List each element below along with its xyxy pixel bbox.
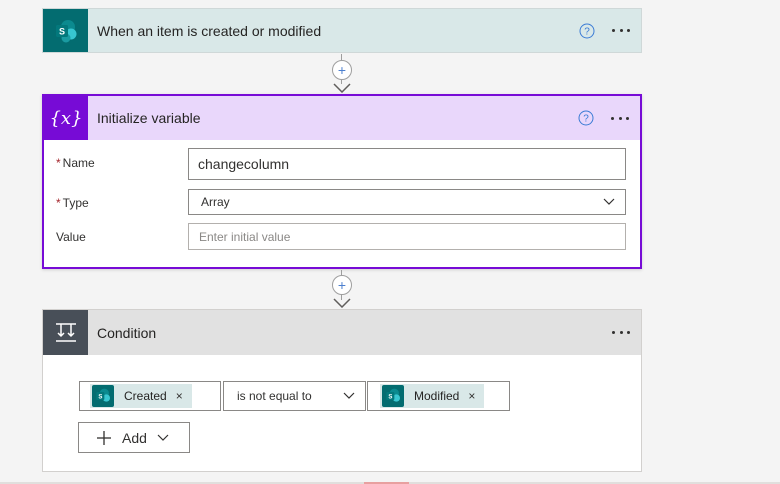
condition-left-operand[interactable]: S Created × [79,381,221,411]
arrow-down-icon [333,298,351,308]
condition-card[interactable]: Condition S Created × is not equal to S … [42,309,642,472]
token-label: Created [124,389,167,403]
more-options-icon[interactable] [611,325,631,341]
svg-text:S: S [388,394,392,400]
variable-title: Initialize variable [97,110,201,126]
initialize-variable-card[interactable]: {x} Initialize variable ? * Name changeco… [42,94,642,269]
type-select-value: Array [201,195,230,209]
sharepoint-icon: S [43,9,88,52]
value-input[interactable]: Enter initial value [188,223,626,250]
remove-token-icon[interactable]: × [468,389,475,403]
sharepoint-icon: S [382,385,404,407]
operator-select[interactable]: is not equal to [223,381,366,411]
chevron-down-icon [603,198,615,205]
condition-icon [43,310,88,355]
arrow-down-icon [333,83,351,93]
more-options-icon[interactable] [611,23,631,39]
trigger-card[interactable]: S When an item is created or modified ? [42,8,642,53]
dynamic-token-created[interactable]: S Created × [90,384,192,408]
help-icon[interactable]: ? [579,23,595,39]
dynamic-token-modified[interactable]: S Modified × [380,384,485,408]
help-icon[interactable]: ? [578,110,594,126]
svg-text:S: S [58,26,64,36]
svg-text:S: S [98,394,102,400]
sharepoint-icon: S [92,385,114,407]
trigger-card-header[interactable]: S When an item is created or modified ? [43,9,641,52]
add-condition-button[interactable]: Add [78,422,190,453]
value-field-row: Value Enter initial value [44,223,640,250]
variable-icon: {x} [44,96,88,140]
name-input[interactable]: changecolumn [188,148,626,180]
value-label: Value [56,230,86,244]
condition-card-header[interactable]: Condition [43,310,641,355]
type-select[interactable]: Array [188,189,626,215]
insert-step-button[interactable]: + [332,60,352,80]
name-field-row: * Name changecolumn [44,148,640,180]
trigger-title: When an item is created or modified [97,22,322,39]
svg-text:?: ? [584,26,590,37]
condition-title: Condition [97,324,157,341]
type-field-row: * Type Array [44,189,640,215]
plus-icon [97,430,111,445]
add-label: Add [122,429,147,446]
token-label: Modified [414,389,460,403]
chevron-down-icon [157,434,169,441]
remove-token-icon[interactable]: × [176,389,183,403]
name-label: * Name [56,156,95,170]
operator-value: is not equal to [237,389,312,403]
type-label: * Type [56,196,89,210]
condition-right-operand[interactable]: S Modified × [367,381,510,411]
chevron-down-icon [343,392,355,399]
insert-step-button[interactable]: + [332,275,352,295]
variable-card-header[interactable]: {x} Initialize variable ? [44,96,640,140]
svg-text:?: ? [583,114,589,125]
more-options-icon[interactable] [610,110,630,126]
